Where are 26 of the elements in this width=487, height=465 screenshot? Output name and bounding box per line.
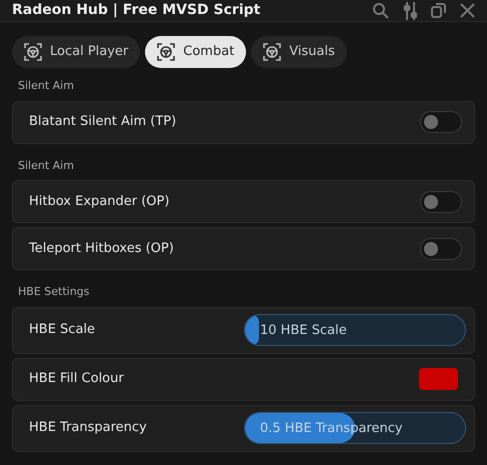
tab[interactable]: Combat [145, 36, 246, 68]
slider-value: 10 HBE Scale [260, 322, 347, 340]
sliders-icon[interactable] [403, 2, 417, 20]
setting-label: Hitbox Expander (OP) [29, 192, 170, 211]
toggle-switch[interactable] [420, 190, 462, 212]
setting-label: HBE Scale [29, 321, 96, 340]
section-title: HBE Settings [17, 284, 90, 300]
tab[interactable]: Visuals [251, 36, 347, 68]
toggle-switch[interactable] [420, 238, 462, 260]
color-swatch[interactable] [419, 368, 458, 390]
target-icon [157, 43, 176, 61]
setting-label: Blatant Silent Aim (TP) [29, 113, 176, 132]
copy-icon[interactable] [431, 3, 446, 18]
window-title: Radeon Hub | Free MVSD Script [12, 1, 260, 20]
close-icon[interactable] [460, 3, 475, 18]
section-title: Silent Aim [17, 78, 75, 94]
section-title: Silent Aim [17, 158, 75, 174]
setting-label: HBE Transparency [29, 419, 147, 438]
toggle-switch[interactable] [420, 111, 462, 133]
search-icon[interactable] [372, 2, 389, 19]
target-icon [263, 43, 282, 61]
slider-track[interactable]: 10 HBE Scale [244, 314, 466, 346]
setting-label: HBE Fill Colour [29, 370, 124, 388]
target-icon [24, 43, 42, 61]
tab[interactable]: Local Player [12, 36, 140, 68]
setting-label: Teleport Hitboxes (OP) [29, 240, 174, 258]
